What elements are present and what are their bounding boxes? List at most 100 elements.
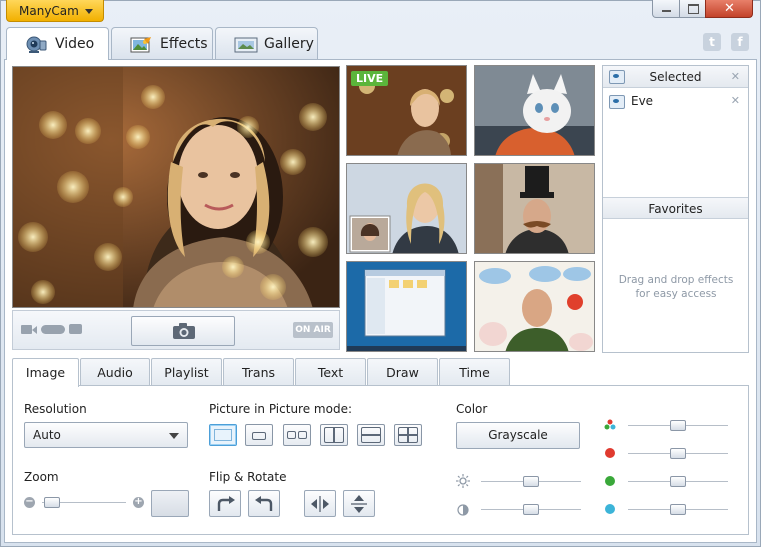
source-thumbnail-live[interactable]: LIVE <box>346 65 467 156</box>
effects-side-panel: Selected ✕ Eve ✕ Favorites Drag and drop… <box>602 65 749 353</box>
webcam-icon <box>25 36 47 53</box>
cyan-channel-icon <box>605 504 615 514</box>
app-menu-button[interactable]: ManyCam <box>6 0 104 22</box>
pip-mode-off-button[interactable] <box>209 424 237 446</box>
tab-effects-label: Effects <box>160 35 208 52</box>
tab-gallery[interactable]: Gallery <box>215 27 318 59</box>
tab-playlist[interactable]: Playlist <box>151 358 222 386</box>
selected-effect-label: Eve <box>631 94 654 108</box>
tab-effects[interactable]: Effects <box>111 27 213 59</box>
pip-mode-label: Picture in Picture mode: <box>209 402 352 416</box>
flip-rotate-label: Flip & Rotate <box>209 470 287 484</box>
rotate-left-icon <box>255 496 273 511</box>
pip-double-right-icon <box>298 431 307 439</box>
preview-control-bar: ON AIR <box>12 310 340 350</box>
pip-double-left-icon <box>287 431 296 439</box>
maximize-button[interactable] <box>679 0 706 18</box>
favorites-header-label: Favorites <box>648 202 703 216</box>
camera-icon <box>173 323 195 339</box>
chevron-down-icon <box>85 9 93 14</box>
twitter-icon: t <box>709 35 715 49</box>
maximize-icon <box>688 4 699 14</box>
pip-mode-split-horizontal-button[interactable] <box>357 424 385 446</box>
rotate-right-button[interactable] <box>209 490 241 517</box>
zoom-in-icon[interactable]: + <box>133 497 144 508</box>
facebook-button[interactable]: f <box>731 33 749 51</box>
green-slider-thumb[interactable] <box>670 476 686 487</box>
source-thumbnail-cartoon[interactable] <box>474 261 595 352</box>
brightness-icon <box>456 474 470 488</box>
tab-image[interactable]: Image <box>12 358 79 387</box>
zoom-label: Zoom <box>24 470 59 484</box>
pip-corner-icon <box>252 432 266 440</box>
red-slider-thumb[interactable] <box>670 448 686 459</box>
image-settings-panel <box>12 385 749 535</box>
resolution-label: Resolution <box>24 402 87 416</box>
pip-mode-small-button[interactable] <box>245 424 273 446</box>
source-thumbnail-top-hat[interactable] <box>474 163 595 254</box>
resolution-dropdown[interactable]: Auto <box>24 422 188 448</box>
color-label: Color <box>456 402 488 416</box>
pip-mode-double-button[interactable] <box>283 424 311 446</box>
zoom-out-icon[interactable]: − <box>24 497 35 508</box>
minimize-button[interactable] <box>652 0 680 18</box>
tab-video[interactable]: Video <box>6 27 109 60</box>
twitter-button[interactable]: t <box>703 33 721 51</box>
app-menu-label: ManyCam <box>19 4 79 18</box>
eye-icon[interactable] <box>609 70 625 84</box>
remove-effect-icon[interactable]: ✕ <box>731 94 740 107</box>
eye-icon[interactable] <box>609 95 625 109</box>
pip-mode-quad-button[interactable] <box>394 424 422 446</box>
blue-slider-thumb[interactable] <box>670 504 686 515</box>
grayscale-button[interactable]: Grayscale <box>456 422 580 449</box>
rotate-right-icon <box>217 496 235 511</box>
selected-header: Selected ✕ <box>603 66 748 88</box>
clear-selected-icon[interactable]: ✕ <box>731 66 740 88</box>
video-camera-icon[interactable] <box>21 325 32 334</box>
tab-draw[interactable]: Draw <box>367 358 438 386</box>
red-channel-icon <box>605 448 615 458</box>
favorites-header: Favorites <box>603 197 748 219</box>
tab-text[interactable]: Text <box>295 358 366 386</box>
minimize-icon <box>662 10 671 12</box>
rotate-left-button[interactable] <box>248 490 280 517</box>
flip-vertical-icon <box>351 495 367 513</box>
green-channel-icon <box>605 476 615 486</box>
selected-header-label: Selected <box>649 70 702 84</box>
flip-vertical-button[interactable] <box>343 490 375 517</box>
favorites-hint: Drag and drop effects for easy access <box>618 274 734 300</box>
contrast-icon <box>457 504 469 516</box>
close-icon: ✕ <box>724 1 735 16</box>
source-thumbnail-desktop[interactable] <box>346 261 467 352</box>
mode-toggle-switch[interactable] <box>41 325 65 334</box>
snapshot-button[interactable] <box>131 316 235 346</box>
flip-horizontal-button[interactable] <box>304 490 336 517</box>
main-video-preview[interactable] <box>12 66 340 308</box>
brightness-slider-thumb[interactable] <box>523 476 539 487</box>
pip-mode-split-vertical-button[interactable] <box>320 424 348 446</box>
video-camera-lens-icon <box>32 326 37 334</box>
photo-mode-icon[interactable] <box>69 324 82 334</box>
contrast-slider-thumb[interactable] <box>523 504 539 515</box>
color-all-slider-thumb[interactable] <box>670 420 686 431</box>
zoom-slider-thumb[interactable] <box>44 497 60 508</box>
tab-trans[interactable]: Trans <box>223 358 294 386</box>
pip-single-icon <box>214 429 232 441</box>
flip-horizontal-icon <box>311 496 329 512</box>
resolution-value: Auto <box>33 428 61 442</box>
rgb-icon <box>604 419 616 430</box>
on-air-badge: ON AIR <box>293 322 333 338</box>
pip-divider-icon <box>333 427 335 443</box>
live-badge: LIVE <box>351 71 389 86</box>
zoom-preview-box[interactable] <box>151 490 189 517</box>
tab-gallery-label: Gallery <box>264 35 314 52</box>
chevron-down-icon <box>169 433 179 439</box>
tab-audio[interactable]: Audio <box>80 358 150 386</box>
selected-effect-item[interactable]: Eve ✕ <box>603 90 748 112</box>
source-thumbnail-cat-mask[interactable] <box>474 65 595 156</box>
tab-video-label: Video <box>55 36 95 52</box>
source-thumbnail-pip[interactable] <box>346 163 467 254</box>
effects-icon <box>130 36 152 52</box>
tab-time[interactable]: Time <box>439 358 510 386</box>
close-button[interactable]: ✕ <box>705 0 753 18</box>
